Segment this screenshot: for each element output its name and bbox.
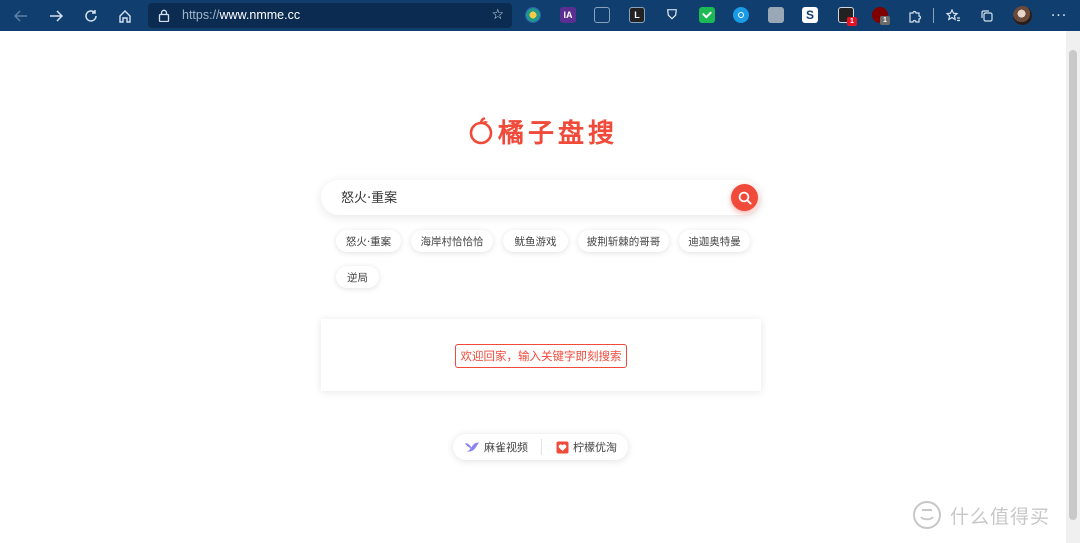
collections-icon xyxy=(981,9,993,22)
extensions-puzzle-button[interactable] xyxy=(902,3,928,28)
toolbar-divider xyxy=(933,8,934,23)
url-protocol: https:// xyxy=(182,8,220,22)
collections-button[interactable] xyxy=(974,3,1000,28)
s-extension-icon[interactable]: S xyxy=(802,7,818,23)
search-icon xyxy=(738,191,752,205)
page-content xyxy=(0,31,1080,543)
ublock-icon[interactable]: 1 xyxy=(872,7,890,25)
extension-badge: 1 xyxy=(847,17,857,26)
lock-icon xyxy=(158,9,170,22)
partner-links: 麻雀视频 柠檬优淘 xyxy=(453,434,628,460)
url-host: www.nmme.cc xyxy=(219,8,301,22)
puzzle-icon xyxy=(909,10,922,23)
blue-hex-icon[interactable] xyxy=(733,7,749,23)
hot-keyword-chip[interactable]: 海岸村恰恰恰 xyxy=(411,230,493,252)
ningmeng-youtao-link[interactable]: 柠檬优淘 xyxy=(556,434,617,460)
home-button[interactable] xyxy=(112,3,138,28)
orange-logo-icon xyxy=(469,117,493,145)
dark-extension-icon[interactable]: 1 xyxy=(838,7,857,26)
extension-badge: 1 xyxy=(880,16,890,25)
favorites-button[interactable] xyxy=(940,3,966,28)
links-divider xyxy=(541,439,542,455)
site-logo[interactable]: 橘子盘搜 xyxy=(468,113,618,149)
hot-keyword-chip[interactable]: 逆局 xyxy=(336,266,379,288)
favorites-icon xyxy=(945,8,960,21)
refresh-button[interactable] xyxy=(78,3,104,28)
bird-icon xyxy=(465,442,479,452)
colorful-circle-icon[interactable] xyxy=(525,7,541,23)
heart-badge-icon xyxy=(556,441,569,453)
ia-extension-icon[interactable]: IA xyxy=(560,7,576,23)
green-extension-icon[interactable] xyxy=(699,7,715,23)
forward-button[interactable] xyxy=(43,3,69,28)
welcome-notice: 欢迎回家，输入关键字即刻搜索 xyxy=(455,344,627,368)
url-text: https://www.nmme.cc xyxy=(182,8,300,22)
more-menu-button[interactable]: ··· xyxy=(1046,3,1072,28)
hot-keyword-chip[interactable]: 披荆斩棘的哥哥 xyxy=(578,230,669,252)
back-arrow-icon xyxy=(14,9,27,22)
browser-toolbar: https://www.nmme.cc ☆ IA L ⛉ S 1 1 ··· xyxy=(0,0,1080,31)
shield-extension-icon[interactable]: ⛉ xyxy=(664,7,680,23)
lastpass-icon[interactable]: L xyxy=(629,7,645,23)
watermark: 什么值得买 xyxy=(912,500,1050,530)
hot-keyword-chip[interactable]: 迪迦奥特曼 xyxy=(679,230,750,252)
refresh-icon xyxy=(85,9,97,22)
ellipsis-icon: ··· xyxy=(1050,7,1068,24)
address-bar[interactable]: https://www.nmme.cc ☆ xyxy=(148,3,512,28)
hot-keyword-chip[interactable]: 怒火·重案 xyxy=(336,230,401,252)
pages-icon[interactable] xyxy=(594,7,610,23)
link-label: 麻雀视频 xyxy=(484,441,528,454)
watermark-text: 什么值得买 xyxy=(950,505,1051,528)
hot-keyword-chip[interactable]: 鱿鱼游戏 xyxy=(503,230,568,252)
doc-extension-icon[interactable] xyxy=(768,7,784,23)
favorite-star-icon[interactable]: ☆ xyxy=(491,7,504,23)
back-button[interactable] xyxy=(8,3,34,28)
home-icon xyxy=(119,9,131,23)
logo-text: 橘子盘搜 xyxy=(498,118,619,149)
maque-video-link[interactable]: 麻雀视频 xyxy=(464,434,528,460)
forward-arrow-icon xyxy=(50,9,63,22)
profile-avatar[interactable] xyxy=(1013,6,1032,25)
scrollbar-thumb[interactable] xyxy=(1069,50,1077,520)
search-bar xyxy=(321,180,760,215)
link-label: 柠檬优淘 xyxy=(573,441,617,454)
smzdm-logo-icon xyxy=(913,501,941,529)
search-input[interactable] xyxy=(341,189,721,204)
search-button[interactable] xyxy=(731,184,758,211)
